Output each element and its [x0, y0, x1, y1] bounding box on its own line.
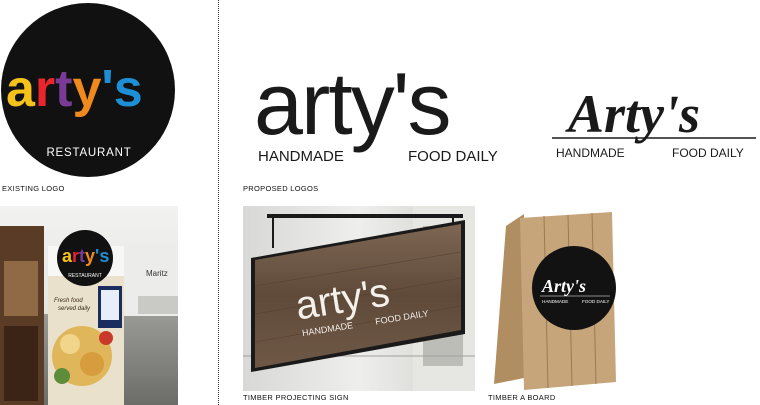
- proposed-logo-sans: arty's HANDMADE FOOD DAILY: [248, 48, 538, 168]
- interior-panel-text-2: served daily: [58, 306, 91, 312]
- a-board-caption: TIMBER A BOARD: [488, 393, 556, 402]
- proposed-logo-sans-tag-right: FOOD DAILY: [408, 148, 498, 165]
- existing-logo-subtitle: RESTAURANT: [46, 147, 131, 159]
- proposed-logo-script-tag-right: FOOD DAILY: [672, 146, 744, 160]
- a-board-photo: Arty's HANDMADE FOOD DAILY: [488, 206, 648, 391]
- proposed-logos-caption: PROPOSED LOGOS: [243, 184, 319, 193]
- proposed-logo-sans-tag-left: HANDMADE: [258, 148, 344, 165]
- proposed-logo-script-wordmark: Arty's: [565, 84, 700, 144]
- a-board-wordmark: Arty's: [541, 276, 586, 296]
- section-divider: [218, 0, 219, 405]
- interior-sign-wordmark: arty's: [62, 246, 109, 266]
- interior-sign-sub: RESTAURANT: [68, 273, 102, 279]
- a-board-tag-left: HANDMADE: [542, 299, 568, 304]
- interior-wall-text: Maritz: [146, 269, 168, 278]
- interior-panel-text-1: Fresh food: [54, 298, 83, 304]
- interior-photo: Maritz Fresh food served daily arty's RE…: [0, 206, 178, 405]
- projecting-sign-caption: TIMBER PROJECTING SIGN: [243, 393, 349, 402]
- proposed-logo-script: Arty's HANDMADE FOOD DAILY: [548, 68, 760, 168]
- proposed-logo-sans-wordmark: arty's: [254, 54, 450, 153]
- existing-logo-caption: EXISTING LOGO: [2, 184, 65, 193]
- existing-logo: arty's RESTAURANT: [0, 0, 180, 180]
- existing-logo-wordmark: arty's: [6, 60, 143, 118]
- a-board-tag-right: FOOD DAILY: [582, 299, 609, 304]
- proposed-logo-script-tag-left: HANDMADE: [556, 146, 625, 160]
- projecting-sign-photo: arty's HANDMADE FOOD DAILY: [243, 206, 475, 391]
